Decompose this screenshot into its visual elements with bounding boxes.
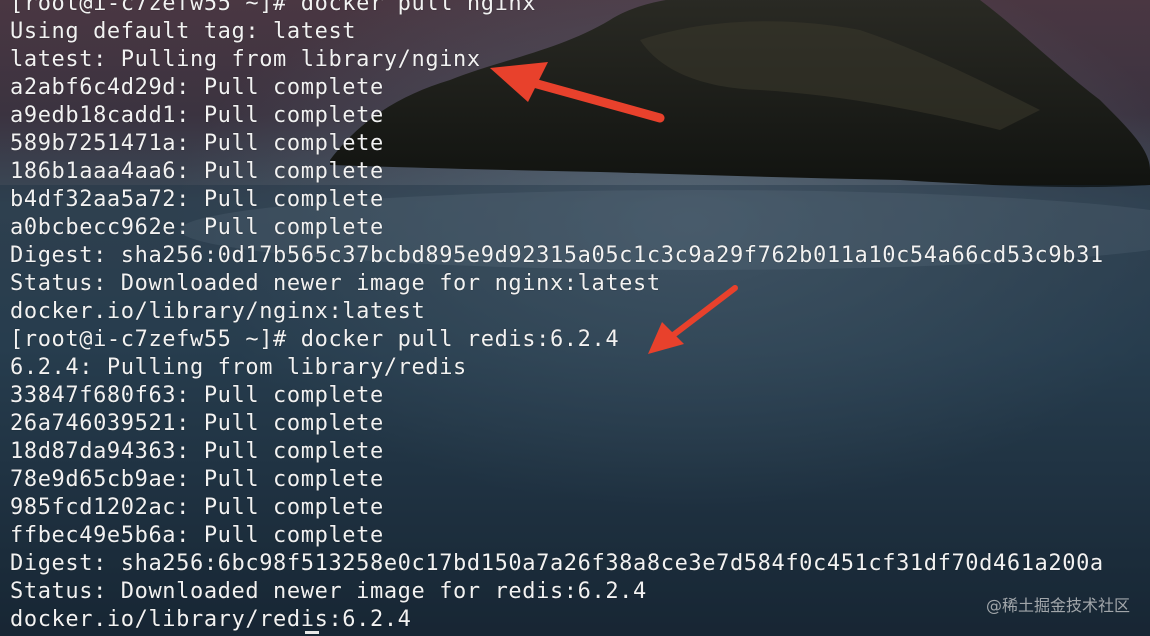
terminal-prompt-line: [root@i-c7zefw55 ~]# docker pull redis:6… — [10, 327, 620, 352]
terminal-line: Using default tag: latest — [10, 19, 357, 44]
terminal-line: Digest: sha256:0d17b565c37bcbd895e9d9231… — [10, 243, 1104, 268]
terminal-line: 18d87da94363: Pull complete — [10, 439, 384, 464]
terminal-line: a2abf6c4d29d: Pull complete — [10, 75, 384, 100]
terminal-line: ffbec49e5b6a: Pull complete — [10, 523, 384, 548]
terminal-line: Status: Downloaded newer image for nginx… — [10, 271, 661, 296]
terminal-prompt-line: [root@i-c7zefw55 ~]# docker pull nginx — [10, 0, 537, 16]
terminal-line: a0bcbecc962e: Pull complete — [10, 215, 384, 240]
terminal-line: 26a746039521: Pull complete — [10, 411, 384, 436]
terminal-line: 985fcd1202ac: Pull complete — [10, 495, 384, 520]
terminal-line: b4df32aa5a72: Pull complete — [10, 187, 384, 212]
terminal-cursor — [305, 631, 319, 634]
terminal-line: docker.io/library/redis:6.2.4 — [10, 607, 412, 632]
terminal-line: 33847f680f63: Pull complete — [10, 383, 384, 408]
terminal-line: Digest: sha256:6bc98f513258e0c17bd150a7a… — [10, 551, 1104, 576]
terminal-line: latest: Pulling from library/nginx — [10, 47, 481, 72]
terminal-line: Status: Downloaded newer image for redis… — [10, 579, 647, 604]
terminal-line: 589b7251471a: Pull complete — [10, 131, 384, 156]
terminal-output: [root@i-c7zefw55 ~]# docker pull nginx Us… — [10, 0, 1104, 634]
terminal-line: docker.io/library/nginx:latest — [10, 299, 426, 324]
watermark: @稀土掘金技术社区 — [985, 596, 1130, 615]
terminal-line: 6.2.4: Pulling from library/redis — [10, 355, 467, 380]
terminal-line: 78e9d65cb9ae: Pull complete — [10, 467, 384, 492]
terminal-line: 186b1aaa4aa6: Pull complete — [10, 159, 384, 184]
terminal-line: a9edb18cadd1: Pull complete — [10, 103, 384, 128]
